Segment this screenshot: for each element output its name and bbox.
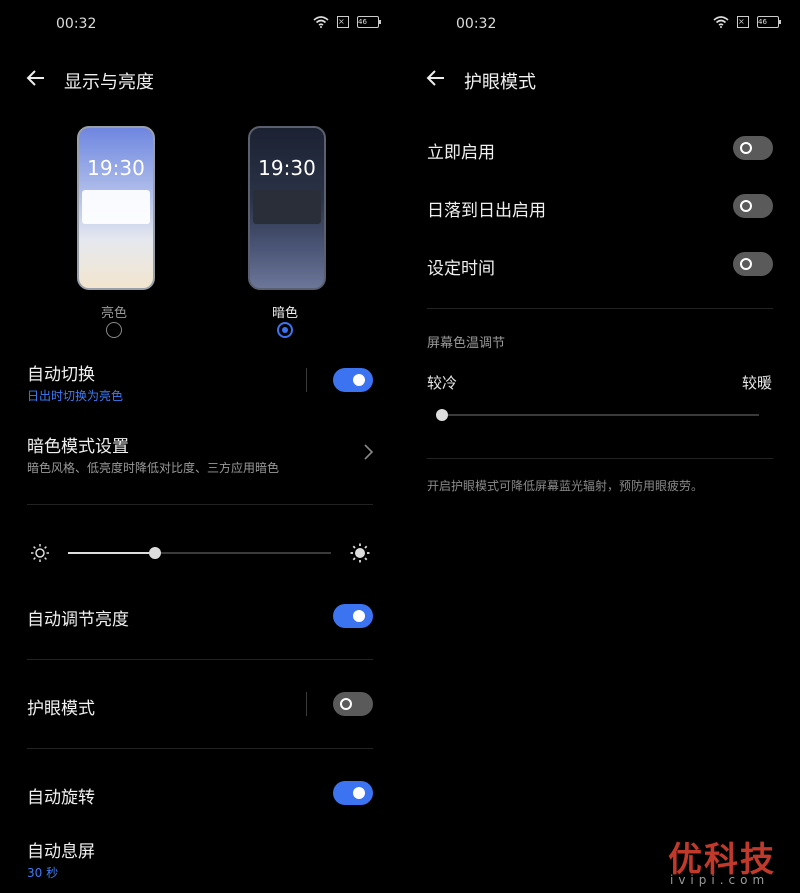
dark-settings-sub: 暗色风格、低亮度时降低对比度、三方应用暗色 (27, 461, 280, 475)
screen-timeout-value: 30 秒 (27, 866, 59, 880)
auto-switch-sub: 日出时切换为亮色 (27, 389, 124, 403)
preview-time: 19:30 (258, 156, 316, 180)
schedule-label: 设定时间 (427, 259, 495, 279)
light-mode-label: 亮色 (101, 306, 128, 321)
cool-label: 较冷 (427, 374, 458, 392)
eye-comfort-footer: 开启护眼模式可降低屏幕蓝光辐射，预防用眼疲劳。 (427, 479, 704, 493)
auto-switch-toggle[interactable] (333, 368, 373, 392)
battery-icon: 46 (357, 16, 381, 28)
auto-brightness-toggle[interactable] (333, 604, 373, 628)
sun-small-icon (31, 544, 49, 562)
eye-comfort-screen: 00:32 × 46 护眼模式 立即启用 日落到日出启用 设定时间 屏幕色温调节… (400, 0, 800, 893)
dark-settings-label[interactable]: 暗色模式设置 (27, 432, 129, 457)
watermark-url: ivipi.com (670, 873, 770, 887)
sunset-sunrise-label: 日落到日出启用 (427, 201, 546, 221)
screen-timeout-label[interactable]: 自动息屏 (27, 837, 95, 862)
light-mode-preview[interactable]: 19:30 (77, 126, 155, 290)
color-temp-thumb[interactable] (436, 409, 448, 421)
divider (427, 458, 773, 459)
preview-card (82, 190, 150, 224)
chevron-right-icon (364, 444, 374, 460)
preview-card (253, 190, 321, 224)
warm-label: 较暖 (742, 374, 773, 392)
auto-rotate-toggle[interactable] (333, 781, 373, 805)
auto-switch-label: 自动切换 (27, 365, 95, 385)
brightness-thumb[interactable] (149, 547, 161, 559)
brightness-fill (68, 552, 155, 554)
display-brightness-screen: 00:32 × 46 显示与亮度 19:30 19:30 亮色 暗色 自动切换 … (0, 0, 400, 893)
separator (306, 368, 307, 392)
sim-icon: × (737, 16, 749, 28)
wifi-icon (713, 16, 729, 28)
status-icons: × 46 (713, 16, 781, 28)
auto-brightness-label: 自动调节亮度 (27, 610, 129, 630)
back-arrow-icon[interactable] (424, 66, 448, 90)
dark-mode-preview[interactable]: 19:30 (248, 126, 326, 290)
enable-now-label: 立即启用 (427, 143, 495, 163)
divider (27, 504, 373, 505)
eye-comfort-label[interactable]: 护眼模式 (27, 694, 95, 719)
dark-mode-radio[interactable] (277, 322, 293, 338)
divider (27, 659, 373, 660)
divider (27, 748, 373, 749)
battery-icon: 46 (757, 16, 781, 28)
page-title: 显示与亮度 (64, 72, 154, 93)
eye-comfort-toggle[interactable] (333, 692, 373, 716)
sim-icon: × (337, 16, 349, 28)
schedule-toggle[interactable] (733, 252, 773, 276)
page-title: 护眼模式 (464, 72, 536, 93)
separator (306, 692, 307, 716)
status-time: 00:32 (56, 16, 97, 32)
dark-mode-label: 暗色 (272, 306, 299, 321)
auto-rotate-label: 自动旋转 (27, 788, 95, 808)
sun-large-icon (350, 543, 370, 563)
sunset-sunrise-toggle[interactable] (733, 194, 773, 218)
divider (427, 308, 773, 309)
back-arrow-icon[interactable] (24, 66, 48, 90)
color-temp-track[interactable] (442, 414, 759, 416)
status-time: 00:32 (456, 16, 497, 32)
color-temp-section-title: 屏幕色温调节 (427, 336, 506, 351)
enable-now-toggle[interactable] (733, 136, 773, 160)
preview-time: 19:30 (87, 156, 145, 180)
wifi-icon (313, 16, 329, 28)
light-mode-radio[interactable] (106, 322, 122, 338)
status-icons: × 46 (313, 16, 381, 28)
